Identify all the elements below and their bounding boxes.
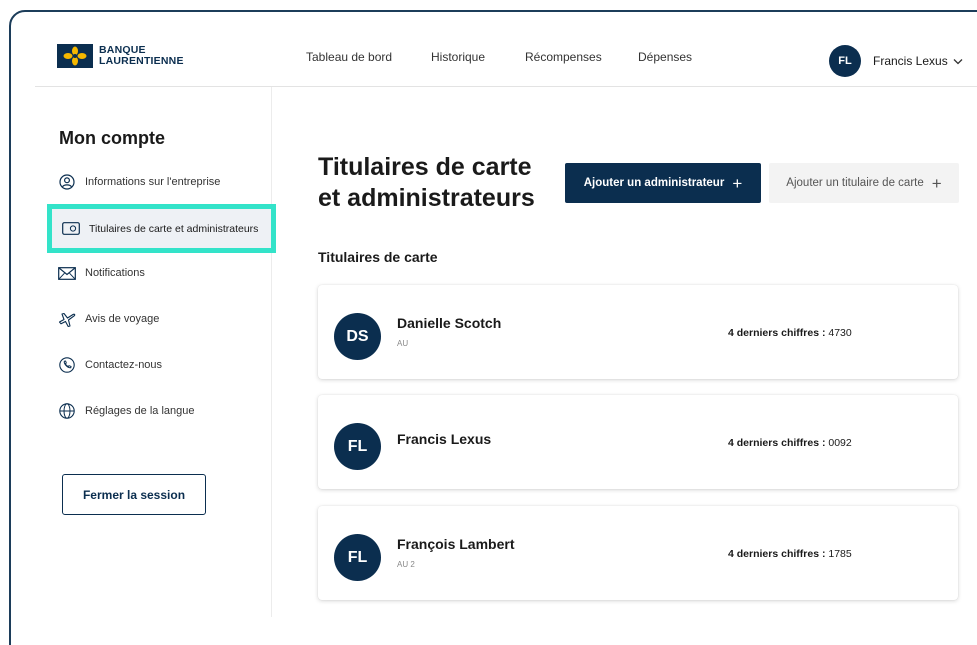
last-digits: 4 derniers chiffres : 4730 [728, 327, 852, 339]
sidebar-title: Mon compte [59, 128, 165, 148]
section-title: Titulaires de carte [318, 249, 438, 265]
sidebar-item-label: Contactez-nous [85, 359, 163, 371]
nav-tableau-de-bord[interactable]: Tableau de bord [306, 50, 392, 64]
sidebar-item-label: Notifications [85, 267, 145, 279]
cardholder-card[interactable]: FL François Lambert AU 2 4 derniers chif… [318, 506, 958, 600]
nav-depenses[interactable]: Dépenses [638, 50, 692, 64]
user-circle-icon [57, 172, 77, 192]
cardholder-name: François Lambert [397, 536, 515, 552]
phone-icon [57, 355, 77, 375]
avatar: FL [829, 45, 861, 77]
header-divider [35, 86, 977, 87]
avatar: DS [334, 313, 381, 360]
sidebar-item-titulaires[interactable]: Titulaires de carte et administrateurs [47, 204, 276, 253]
logo-line-2: LAURENTIENNE [99, 55, 184, 67]
top-header: BANQUE LAURENTIENNE Tableau de bord Hist… [11, 12, 977, 86]
sidebar-item-label: Titulaires de carte et administrateurs [89, 222, 259, 235]
add-administrator-button[interactable]: Ajouter un administrateur + [565, 163, 761, 203]
logout-button[interactable]: Fermer la session [62, 474, 206, 515]
last-digits-value: 0092 [828, 437, 852, 449]
last-digits-value: 4730 [828, 327, 852, 339]
bank-logo[interactable]: BANQUE LAURENTIENNE [57, 44, 184, 68]
cardholder-card[interactable]: FL Francis Lexus 4 derniers chiffres : 0… [318, 395, 958, 489]
user-menu[interactable]: FL Francis Lexus [829, 45, 963, 77]
avatar: FL [334, 534, 381, 581]
sidebar-item-label: Réglages de la langue [85, 405, 195, 417]
last-digits-label: 4 derniers chiffres : [728, 327, 826, 339]
plus-icon: + [732, 173, 743, 193]
add-administrator-label: Ajouter un administrateur [583, 177, 725, 189]
cardholder-card[interactable]: DS Danielle Scotch AU 4 derniers chiffre… [318, 285, 958, 379]
last-digits: 4 derniers chiffres : 1785 [728, 548, 852, 560]
avatar: FL [334, 423, 381, 470]
last-digits-label: 4 derniers chiffres : [728, 437, 826, 449]
app-window: BANQUE LAURENTIENNE Tableau de bord Hist… [9, 10, 977, 645]
last-digits-label: 4 derniers chiffres : [728, 548, 826, 560]
add-cardholder-label: Ajouter un titulaire de carte [786, 177, 924, 189]
sidebar-item-label: Avis de voyage [85, 313, 160, 325]
last-digits: 4 derniers chiffres : 0092 [728, 437, 852, 449]
globe-icon [57, 401, 77, 421]
add-cardholder-button[interactable]: Ajouter un titulaire de carte + [769, 163, 959, 203]
sidebar-divider [271, 87, 272, 617]
sidebar-item-voyage[interactable]: Avis de voyage [57, 309, 159, 329]
sidebar-item-langue[interactable]: Réglages de la langue [57, 401, 194, 421]
sidebar-item-label: Informations sur l'entreprise [85, 176, 221, 188]
nav-historique[interactable]: Historique [431, 50, 485, 64]
plus-icon: + [931, 173, 942, 193]
logo-mark-icon [57, 44, 93, 68]
sidebar-item-contact[interactable]: Contactez-nous [57, 355, 162, 375]
cardholder-name: Danielle Scotch [397, 315, 502, 331]
cardholder-role: AU [397, 339, 409, 348]
card-icon [61, 219, 81, 239]
chevron-down-icon [953, 52, 963, 70]
cardholder-name: Francis Lexus [397, 431, 492, 447]
logo-text: BANQUE LAURENTIENNE [99, 45, 184, 67]
nav-recompenses[interactable]: Récompenses [525, 50, 602, 64]
last-digits-value: 1785 [828, 548, 852, 560]
envelope-icon [57, 263, 77, 283]
page-title-line-2: et administrateurs [318, 184, 535, 212]
sidebar-item-notifications[interactable]: Notifications [57, 263, 145, 283]
page-title-line-1: Titulaires de carte [318, 153, 532, 181]
user-name: Francis Lexus [873, 54, 948, 68]
airplane-icon [57, 309, 77, 329]
page-title: Titulaires de carte et administrateurs [318, 152, 568, 214]
sidebar-item-entreprise[interactable]: Informations sur l'entreprise [57, 172, 220, 192]
cardholder-role: AU 2 [397, 560, 415, 569]
